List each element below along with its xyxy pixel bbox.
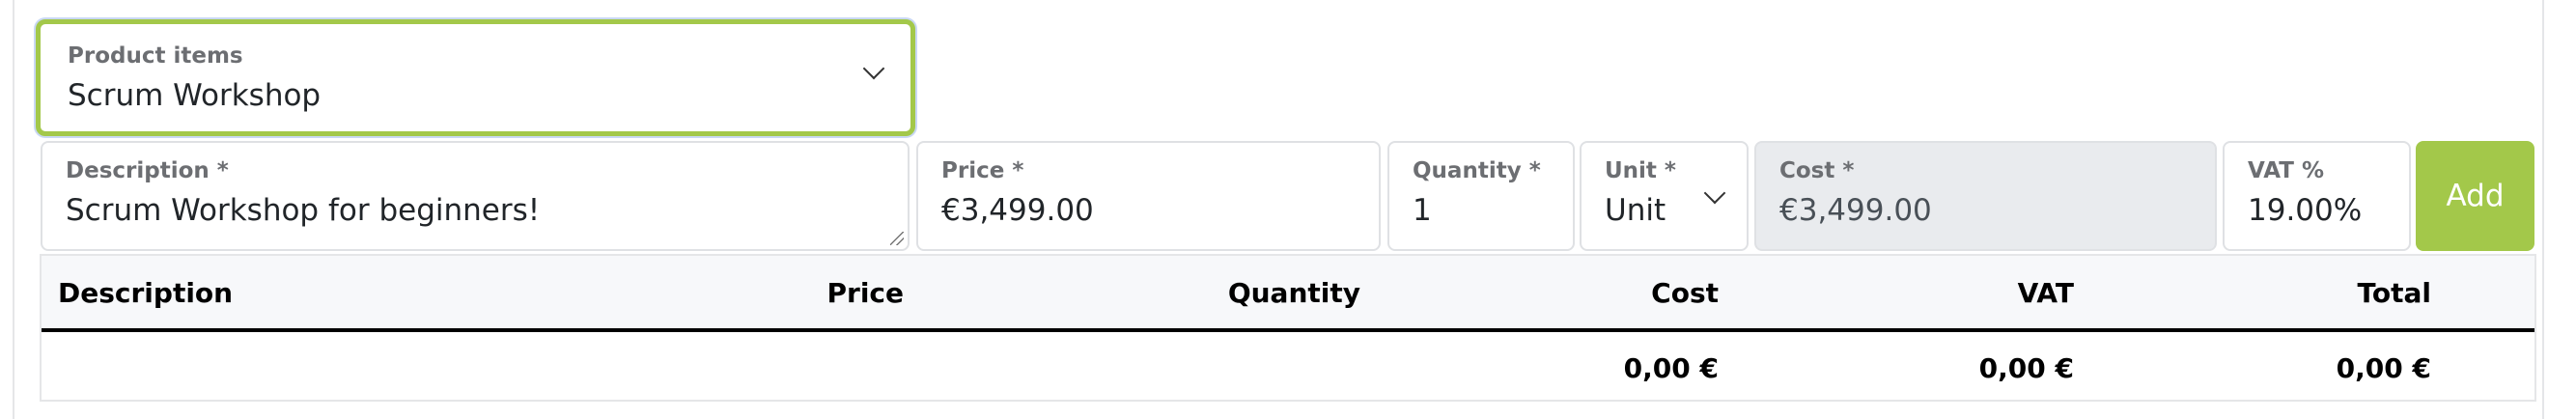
description-label: Description * — [66, 158, 229, 183]
unit-label: Unit * — [1605, 158, 1676, 183]
unit-value: Unit — [1605, 193, 1666, 228]
product-items-value: Scrum Workshop — [68, 78, 322, 113]
cost-input: Cost * €3,499.00 — [1754, 141, 2217, 251]
col-vat: VAT — [2017, 277, 2074, 309]
vat-label: VAT % — [2248, 158, 2324, 183]
vat-value: 19.00% — [2248, 193, 2363, 228]
cost-value: €3,499.00 — [1779, 193, 1932, 228]
items-table: Description Price Quantity Cost VAT Tota… — [40, 254, 2536, 402]
total-cost: 0,00 € — [1623, 352, 1719, 384]
table-header: Description Price Quantity Cost VAT Tota… — [42, 256, 2534, 332]
quantity-input[interactable]: Quantity * 1 — [1387, 141, 1575, 251]
description-value: Scrum Workshop for beginners! — [66, 193, 541, 228]
panel-border-left — [13, 0, 14, 419]
chevron-down-icon — [862, 57, 885, 80]
unit-select[interactable]: Unit * Unit — [1580, 141, 1749, 251]
price-label: Price * — [941, 158, 1024, 183]
product-items-select[interactable]: Product items Scrum Workshop — [36, 19, 915, 136]
col-quantity: Quantity — [1227, 277, 1360, 309]
col-price: Price — [826, 277, 904, 309]
total-vat: 0,00 € — [1978, 352, 2074, 384]
price-value: €3,499.00 — [941, 193, 1094, 228]
cost-label: Cost * — [1779, 158, 1855, 183]
col-total: Total — [2357, 277, 2432, 309]
chevron-down-icon — [1703, 182, 1726, 205]
quantity-label: Quantity * — [1413, 158, 1541, 183]
panel-border-right — [2542, 0, 2544, 419]
quantity-value: 1 — [1413, 193, 1432, 228]
total-total: 0,00 € — [2336, 352, 2431, 384]
description-textarea[interactable]: Description * Scrum Workshop for beginne… — [41, 141, 910, 251]
col-description: Description — [58, 277, 234, 309]
add-button[interactable]: Add — [2416, 141, 2534, 251]
resize-handle-icon[interactable] — [890, 232, 904, 245]
product-items-label: Product items — [68, 43, 243, 69]
price-input[interactable]: Price * €3,499.00 — [916, 141, 1381, 251]
vat-input[interactable]: VAT % 19.00% — [2223, 141, 2411, 251]
col-cost: Cost — [1651, 277, 1719, 309]
